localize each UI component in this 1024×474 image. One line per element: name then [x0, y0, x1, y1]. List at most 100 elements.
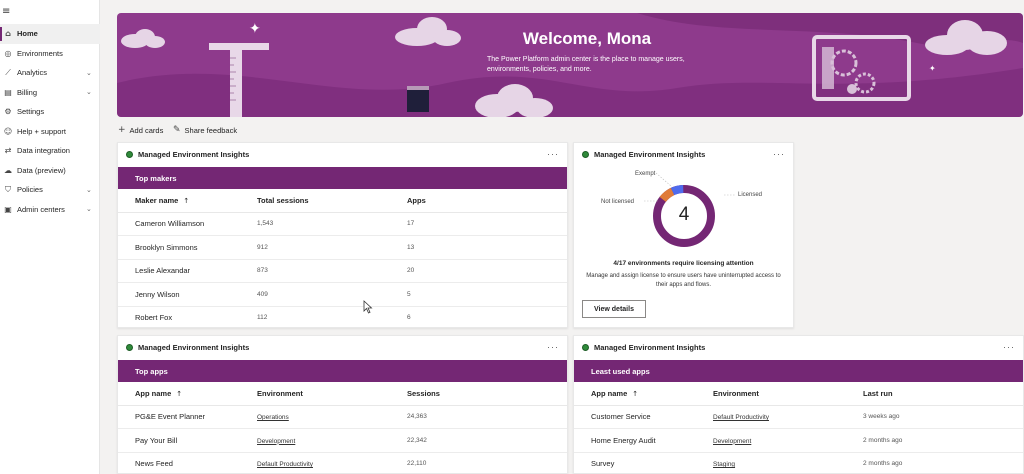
top-apps-card: Managed Environment Insights ··· Top app… [117, 335, 568, 474]
licensing-attention-text: 4/17 environments require licensing atte… [613, 260, 754, 267]
maker-name: Brooklyn Simmons [118, 235, 257, 260]
app-name: Home Energy Audit [574, 428, 713, 453]
chevron-down-icon[interactable]: ⌄ [86, 88, 100, 96]
last-run: 3 weeks ago [863, 405, 1023, 429]
sidebar-item-label: Analytics [17, 68, 48, 78]
apps-count: 6 [407, 306, 567, 327]
table-row[interactable]: Home Energy Audit Development 2 months a… [574, 428, 1023, 453]
sidebar-item-environments[interactable]: ◎ Environments [0, 44, 100, 64]
licensing-description: Manage and assign license to ensure user… [586, 273, 781, 288]
total-sessions: 1,543 [257, 212, 407, 236]
sidebar-item-admin-centers[interactable]: ▣ Admin centers ⌄ [0, 200, 100, 220]
table-row[interactable]: PG&E Event Planner Operations 24,363 [118, 405, 567, 429]
sessions-count: 22,342 [407, 428, 567, 453]
app-name: Survey [574, 452, 713, 473]
column-header[interactable]: App name ↑ [118, 382, 257, 406]
apps-count: 17 [407, 212, 567, 236]
hamburger-menu-icon[interactable]: ≡ [2, 6, 10, 17]
table-row[interactable]: Pay Your Bill Development 22,342 [118, 428, 567, 453]
column-header[interactable]: Apps [407, 189, 567, 213]
section-header: Top apps [118, 360, 567, 382]
environment-link[interactable]: Operations [257, 405, 407, 429]
chevron-down-icon[interactable]: ⌄ [86, 205, 100, 213]
admin-icon: ▣ [4, 204, 12, 214]
add-cards-button[interactable]: + Add cards [118, 124, 163, 136]
chevron-down-icon[interactable]: ⌄ [86, 186, 100, 194]
sidebar-item-analytics[interactable]: ⟋ Analytics ⌄ [0, 63, 100, 83]
environment-link[interactable]: Development [257, 428, 407, 453]
app-name: Customer Service [574, 405, 713, 429]
table-row[interactable]: Cameron Williamson 1,543 17 [118, 212, 567, 236]
status-icon [126, 343, 133, 351]
table-row[interactable]: Customer Service Default Productivity 3 … [574, 405, 1023, 429]
table-row[interactable]: Robert Fox 112 6 [118, 306, 567, 327]
card-title: Managed Environment Insights [138, 149, 250, 159]
sidebar-item-label: Settings [17, 107, 45, 117]
exempt-label: Exempt [635, 171, 656, 177]
environment-link[interactable]: Default Productivity [713, 405, 863, 429]
plus-icon: + [118, 125, 126, 135]
sort-ascending-icon[interactable]: ↑ [176, 390, 182, 398]
sidebar-item-policies[interactable]: ⛉ Policies ⌄ [0, 180, 100, 200]
apps-count: 5 [407, 282, 567, 307]
app-name: PG&E Event Planner [118, 405, 257, 429]
sidebar-item-label: Home [17, 29, 38, 39]
table-row[interactable]: Jenny Wilson 409 5 [118, 282, 567, 307]
mouse-cursor-icon [363, 300, 373, 314]
sidebar-item-settings[interactable]: ⚙ Settings [0, 102, 100, 122]
section-header: Top makers [118, 167, 567, 189]
sidebar-item-data-preview[interactable]: ☁ Data (preview) [0, 161, 100, 181]
sort-ascending-icon[interactable]: ↑ [183, 197, 189, 205]
globe-icon: ◎ [4, 48, 12, 58]
column-header[interactable]: App name ↑ [574, 382, 713, 406]
table-row[interactable]: Survey Staging 2 months ago [574, 452, 1023, 473]
more-options-icon[interactable]: ··· [547, 149, 559, 159]
sidebar-item-label: Policies [17, 185, 43, 195]
sidebar-item-help-support[interactable]: ☺ Help + support [0, 122, 100, 142]
data-icon: ☁ [4, 165, 12, 175]
environment-link[interactable]: Default Productivity [257, 452, 407, 473]
gear-icon: ⚙ [4, 107, 12, 117]
licensed-label: Licensed [738, 192, 763, 198]
maker-name: Jenny Wilson [118, 282, 257, 307]
column-header[interactable]: Environment [257, 382, 407, 406]
column-header[interactable]: Total sessions [257, 189, 407, 213]
sidebar-item-home[interactable]: ⌂ Home [0, 24, 100, 44]
not-licensed-label: Not licensed [601, 199, 635, 205]
column-header[interactable]: Maker name ↑ [118, 189, 257, 213]
status-icon [126, 150, 133, 158]
sort-ascending-icon[interactable]: ↑ [632, 390, 638, 398]
card-header: Managed Environment Insights ··· [126, 148, 559, 160]
maker-name: Robert Fox [118, 306, 257, 327]
nav-list: ⌂ Home ◎ Environments ⟋ Analytics ⌄ ▤ Billing ⌄ ⚙ S… [0, 24, 100, 219]
share-feedback-button[interactable]: ✎ Share feedback [173, 124, 237, 136]
table-row[interactable]: Leslie Alexandar 873 20 [118, 259, 567, 283]
banner-subtitle: The Power Platform admin center is the p… [487, 56, 685, 73]
table-row[interactable]: Brooklyn Simmons 912 13 [118, 235, 567, 260]
section-header: Least used apps [574, 360, 1023, 382]
apps-count: 13 [407, 235, 567, 260]
column-header[interactable]: Last run [863, 382, 1023, 406]
environment-link[interactable]: Staging [713, 452, 863, 473]
help-icon: ☺ [3, 126, 13, 136]
billing-icon: ▤ [4, 87, 12, 97]
table-row[interactable]: News Feed Default Productivity 22,110 [118, 452, 567, 473]
more-options-icon[interactable]: ··· [1003, 342, 1015, 352]
sidebar-item-label: Data (preview) [17, 165, 66, 175]
sidebar-item-billing[interactable]: ▤ Billing ⌄ [0, 83, 100, 103]
more-options-icon[interactable]: ··· [547, 342, 559, 352]
column-header[interactable]: Sessions [407, 382, 567, 406]
welcome-banner: ✦ ✦ Welcome, Mona The Power Platform adm… [117, 13, 1023, 117]
sidebar-item-data-integration[interactable]: ⇄ Data integration [0, 141, 100, 161]
column-header[interactable]: Environment [713, 382, 863, 406]
left-navigation: ≡ ⌂ Home ◎ Environments ⟋ Analytics ⌄ ▤ Billing ⌄… [0, 0, 100, 474]
chart-icon: ⟋ [5, 67, 11, 77]
environment-link[interactable]: Development [713, 428, 863, 453]
sidebar-item-label: Billing [17, 87, 38, 97]
chevron-down-icon[interactable]: ⌄ [86, 69, 100, 77]
add-cards-label: Add cards [129, 125, 164, 135]
total-sessions: 873 [257, 259, 407, 283]
view-details-button[interactable]: View details [582, 300, 646, 318]
card-title: Managed Environment Insights [138, 342, 250, 352]
card-header: Managed Environment Insights ··· [126, 341, 559, 353]
